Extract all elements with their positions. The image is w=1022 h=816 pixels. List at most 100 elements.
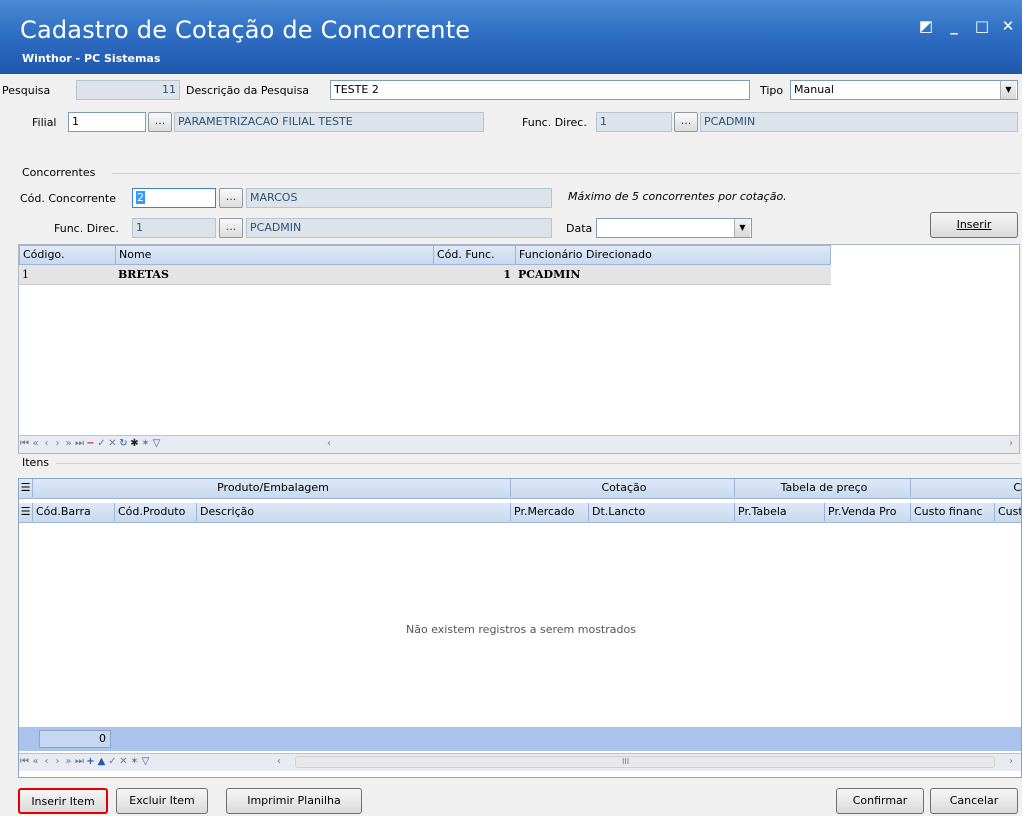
group-divider xyxy=(112,173,1020,174)
descricao-label: Descrição da Pesquisa xyxy=(186,84,310,97)
prev-page-icon[interactable]: « xyxy=(30,436,41,452)
scroll-left-icon[interactable]: ‹ xyxy=(327,436,331,452)
col-custo[interactable]: Cust xyxy=(995,503,1021,521)
minimize-icon[interactable]: _ xyxy=(944,16,964,36)
col-custo-financ[interactable]: Custo financ xyxy=(911,503,995,521)
itens-divider xyxy=(56,463,1020,464)
itens-column-header: ☰ Cód.Barra Cód.Produto Descrição Pr.Mer… xyxy=(19,503,1021,523)
restore-icon[interactable]: ◩ xyxy=(916,16,936,36)
close-icon[interactable]: ✕ xyxy=(998,16,1018,36)
horizontal-scrollbar-thumb[interactable]: III xyxy=(295,756,995,768)
title-bar: Cadastro de Cotação de Concorrente Winth… xyxy=(0,0,1022,74)
col-funcionario[interactable]: Funcionário Direcionado xyxy=(516,246,832,264)
scroll-right-icon[interactable]: › xyxy=(1009,754,1013,770)
next-page-icon[interactable]: » xyxy=(63,436,74,452)
prev-record-icon[interactable]: ‹ xyxy=(41,754,52,770)
filial-label: Filial xyxy=(32,116,57,129)
edit-record-icon[interactable]: ▲ xyxy=(96,754,107,770)
window-subtitle: Winthor - PC Sistemas xyxy=(22,52,161,65)
excluir-item-button[interactable]: Excluir Item xyxy=(116,788,208,814)
last-record-icon[interactable]: ⏭ xyxy=(74,754,85,770)
row-codigo: 1 xyxy=(22,268,29,281)
column-chooser-icon[interactable]: ☰ xyxy=(19,479,33,497)
descricao-input[interactable]: TESTE 2 xyxy=(330,80,750,100)
col-dt-lancto[interactable]: Dt.Lancto xyxy=(589,503,735,521)
cod-concorrente-input[interactable]: 2 xyxy=(132,188,216,208)
filter-icon[interactable]: ▽ xyxy=(140,754,151,770)
itens-grid: ☰ Produto/Embalagem Cotação Tabela de pr… xyxy=(18,478,1022,778)
row-nome: BRETAS xyxy=(118,268,169,281)
concorrentes-group-label: Concorrentes xyxy=(22,166,96,179)
max-concorrentes-note: Máximo de 5 concorrentes por cotação. xyxy=(568,190,787,203)
col-cod-barra[interactable]: Cód.Barra xyxy=(33,503,115,521)
form-body: Pesquisa 11 Descrição da Pesquisa TESTE … xyxy=(0,74,1022,816)
conc-func-direc-field: 1 xyxy=(132,218,216,238)
first-record-icon[interactable]: ⏮ xyxy=(19,754,30,770)
row-cod-func: 1 xyxy=(503,268,511,281)
col-cod-func[interactable]: Cód. Func. xyxy=(434,246,516,264)
table-row[interactable]: 1 BRETAS 1 PCADMIN xyxy=(19,265,831,285)
filial-input[interactable]: 1 xyxy=(68,112,146,132)
col-pr-mercado[interactable]: Pr.Mercado xyxy=(511,503,589,521)
confirmar-label: Confirmar xyxy=(852,794,908,807)
conc-func-direc-label: Func. Direc. xyxy=(54,222,119,235)
filial-search-button[interactable]: ... xyxy=(148,112,172,132)
last-record-icon[interactable]: ⏭ xyxy=(74,436,85,452)
row-funcionario: PCADMIN xyxy=(518,268,581,281)
concorrentes-navigator[interactable]: ⏮ «‹ ›» ⏭ − ✓ ✕ ↻ ✱ ✶ ▽ ‹ › xyxy=(19,435,1019,453)
cancelar-label: Cancelar xyxy=(949,794,999,807)
func-search-button[interactable]: ... xyxy=(674,112,698,132)
inserir-button-label: Inserir xyxy=(956,218,992,231)
cancel-edit-icon[interactable]: ✕ xyxy=(118,754,129,770)
chevron-down-icon[interactable]: ▼ xyxy=(734,219,750,237)
goto-bookmark-icon[interactable]: ✶ xyxy=(129,754,140,770)
imprimir-planilha-button[interactable]: Imprimir Planilha xyxy=(226,788,362,814)
conc-func-search-button[interactable]: ... xyxy=(219,218,243,238)
col-nome[interactable]: Nome xyxy=(116,246,434,264)
tipo-select[interactable]: Manual ▼ xyxy=(790,80,1018,100)
col-codigo[interactable]: Código. xyxy=(20,246,116,264)
prev-page-icon[interactable]: « xyxy=(30,754,41,770)
cod-concorrente-value: 2 xyxy=(136,191,145,204)
next-record-icon[interactable]: › xyxy=(52,436,63,452)
confirmar-button[interactable]: Confirmar xyxy=(836,788,924,814)
chevron-down-icon[interactable]: ▼ xyxy=(1000,81,1016,99)
col-pr-venda[interactable]: Pr.Venda Pro xyxy=(825,503,911,521)
pesquisa-label: Pesquisa xyxy=(2,84,51,97)
excluir-item-label: Excluir Item xyxy=(129,794,195,807)
cancel-edit-icon[interactable]: ✕ xyxy=(107,436,118,452)
maximize-icon[interactable]: □ xyxy=(972,16,992,36)
add-record-icon[interactable]: + xyxy=(85,754,96,770)
filter-icon[interactable]: ▽ xyxy=(151,436,162,452)
scroll-left-icon[interactable]: ‹ xyxy=(277,754,281,770)
next-page-icon[interactable]: » xyxy=(63,754,74,770)
prev-record-icon[interactable]: ‹ xyxy=(41,436,52,452)
goto-bookmark-icon[interactable]: ✶ xyxy=(140,436,151,452)
data-picker[interactable]: ▼ xyxy=(596,218,752,238)
inserir-item-button[interactable]: Inserir Item xyxy=(18,788,108,814)
first-record-icon[interactable]: ⏮ xyxy=(19,436,30,452)
col-pr-tabela[interactable]: Pr.Tabela xyxy=(735,503,825,521)
filial-name-field: PARAMETRIZACAO FILIAL TESTE xyxy=(174,112,484,132)
post-icon[interactable]: ✓ xyxy=(107,754,118,770)
bookmark-icon[interactable]: ✱ xyxy=(129,436,140,452)
scroll-right-icon[interactable]: › xyxy=(1009,436,1013,452)
itens-navigator[interactable]: ⏮ «‹ ›» ⏭ + ▲ ✓ ✕ ✶ ▽ ‹ III › xyxy=(19,753,1021,771)
next-record-icon[interactable]: › xyxy=(52,754,63,770)
scroll-grip: III xyxy=(622,757,630,766)
itens-group-label: Itens xyxy=(22,456,50,469)
conc-func-name-field: PCADMIN xyxy=(246,218,552,238)
inserir-button[interactable]: Inserir xyxy=(930,212,1018,238)
concorrentes-grid: Código. Nome Cód. Func. Funcionário Dire… xyxy=(18,244,1020,454)
refresh-icon[interactable]: ↻ xyxy=(118,436,129,452)
band-tabela-preco: Tabela de preço xyxy=(735,479,911,497)
concorrente-search-button[interactable]: ... xyxy=(219,188,243,208)
concorrente-name-field: MARCOS xyxy=(246,188,552,208)
post-icon[interactable]: ✓ xyxy=(96,436,107,452)
col-cod-produto[interactable]: Cód.Produto xyxy=(115,503,197,521)
column-chooser-icon[interactable]: ☰ xyxy=(19,503,33,521)
pesquisa-field: 11 xyxy=(76,80,180,100)
cancelar-button[interactable]: Cancelar xyxy=(930,788,1018,814)
col-descricao[interactable]: Descrição xyxy=(197,503,511,521)
delete-record-icon[interactable]: − xyxy=(85,436,96,452)
